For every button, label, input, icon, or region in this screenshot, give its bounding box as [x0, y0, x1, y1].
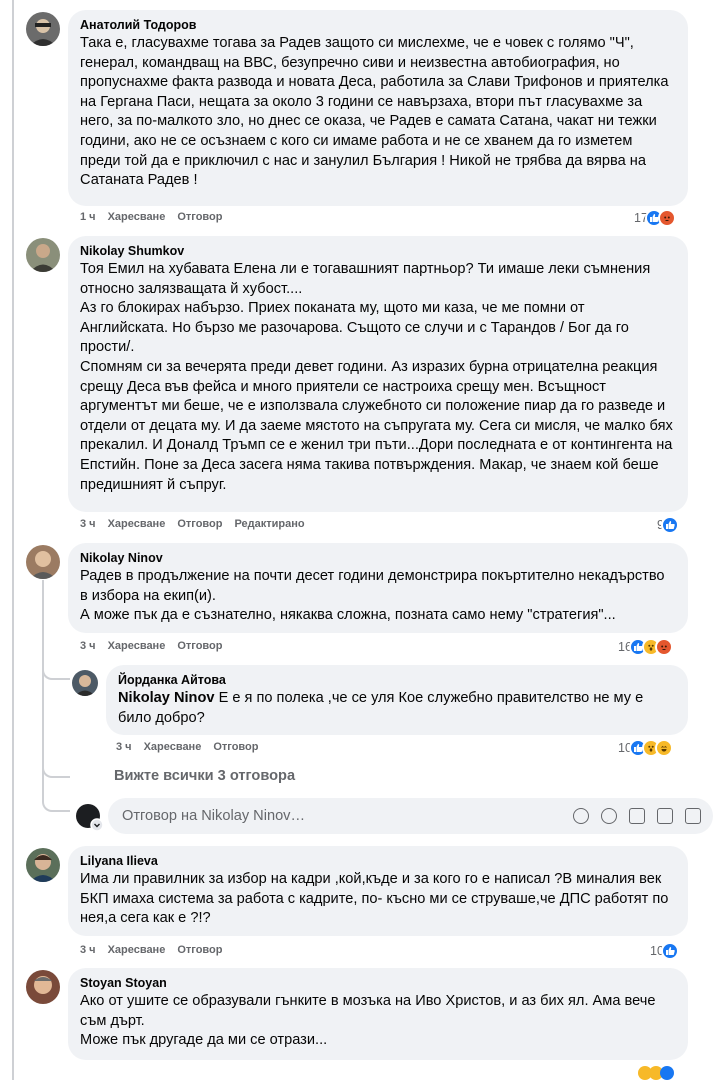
reaction-summary[interactable]: 10: [650, 942, 679, 960]
current-user-avatar[interactable]: [76, 804, 104, 832]
reaction-summary[interactable]: 17: [634, 209, 676, 227]
comment-paragraph: А може пък да е съзнателно, някаква слож…: [80, 607, 616, 624]
reply-actions: 3 ч Харесване Отговор: [116, 741, 258, 753]
comment-bubble: Nikolay Shumkov Тоя Емил на хубавата Еле…: [68, 236, 688, 512]
reply-connector: [42, 662, 70, 680]
avatar[interactable]: [26, 12, 60, 46]
mention-link[interactable]: Nikolay Ninov: [118, 690, 215, 706]
avatar[interactable]: [26, 238, 60, 272]
like-button[interactable]: Харесване: [108, 211, 166, 223]
reply-button[interactable]: Отговор: [213, 741, 258, 753]
comment-time[interactable]: 3 ч: [80, 640, 96, 652]
comment-bubble: Nikolay Ninov Радев в продължение на поч…: [68, 543, 688, 633]
like-reaction-icon: [660, 516, 679, 534]
comment-actions: 1 ч Харесване Отговор: [80, 211, 222, 223]
avatar[interactable]: [26, 545, 60, 579]
reply-bubble: Йорданка Айтова Nikolay Ninov Е е я по п…: [106, 665, 688, 735]
reply-button[interactable]: Отговор: [177, 211, 222, 223]
comment-author[interactable]: Nikolay Ninov: [80, 550, 676, 566]
comment-bubble: Stoyan Stoyan Ако от ушите се образували…: [68, 968, 688, 1060]
reaction-summary-partial: [638, 1066, 678, 1080]
reply-input[interactable]: [120, 807, 573, 825]
view-replies-connector: [42, 760, 70, 778]
gif-icon[interactable]: [657, 808, 673, 824]
reply-button[interactable]: Отговор: [177, 518, 222, 530]
camera-icon[interactable]: [629, 808, 645, 824]
comment-time[interactable]: 3 ч: [80, 944, 96, 956]
reply-text: Nikolay Ninov Е е я по полека ,че се уля…: [118, 689, 676, 728]
reaction-summary[interactable]: 10: [618, 739, 673, 757]
comment-paragraph: Спомням си за вечерята преди девет годин…: [80, 358, 673, 493]
comment-bubble: Lilyana Ilieva Има ли правилник за избор…: [68, 846, 688, 936]
comment-actions: 3 ч Харесване Отговор Редактирано: [80, 518, 305, 530]
reply-box-connector: [42, 794, 70, 812]
view-all-replies-link[interactable]: Вижте всички 3 отговора: [114, 768, 295, 784]
comment-paragraph: Може пък другаде да ми се отрази...: [80, 1032, 328, 1049]
avatar-sticker-icon[interactable]: [573, 808, 589, 824]
angry-reaction-icon: [654, 638, 673, 656]
emoji-icon[interactable]: [601, 808, 617, 824]
like-button[interactable]: Харесване: [108, 640, 166, 652]
reaction-summary[interactable]: 16: [618, 638, 673, 656]
comment-author[interactable]: Stoyan Stoyan: [80, 975, 676, 991]
like-button[interactable]: Харесване: [108, 518, 166, 530]
comment-paragraph: Аз го блокирах набързо. Приех поканата м…: [80, 300, 629, 356]
haha-reaction-icon: [654, 739, 673, 757]
reply-time[interactable]: 3 ч: [116, 741, 132, 753]
avatar[interactable]: [26, 970, 60, 1004]
avatar[interactable]: [72, 670, 98, 696]
reply-button[interactable]: Отговор: [177, 640, 222, 652]
reaction-summary[interactable]: 9: [657, 516, 679, 534]
comment-author[interactable]: Lilyana Ilieva: [80, 853, 676, 869]
reply-author[interactable]: Йорданка Айтова: [118, 672, 676, 688]
reply-button[interactable]: Отговор: [177, 944, 222, 956]
reply-composer: [108, 798, 713, 834]
composer-tools: [573, 808, 701, 824]
comment-time[interactable]: 3 ч: [80, 518, 96, 530]
comment-actions: 3 ч Харесване Отговор: [80, 944, 222, 956]
comment-bubble: Анатолий Тодоров Така е, гласувахме тога…: [68, 10, 688, 206]
comment-text: Така е, гласувахме тогава за Радев защот…: [80, 35, 669, 189]
comment-author[interactable]: Nikolay Shumkov: [80, 243, 676, 259]
sticker-icon[interactable]: [685, 808, 701, 824]
comment-time[interactable]: 1 ч: [80, 211, 96, 223]
comment-paragraph: Ако от ушите се образували гънките в моз…: [80, 993, 656, 1029]
comment-paragraph: Тоя Емил на хубавата Елена ли е тогавашн…: [80, 261, 651, 297]
comment-paragraph: Радев в продължение на почти десет годин…: [80, 568, 665, 604]
angry-reaction-icon: [657, 209, 676, 227]
avatar[interactable]: [26, 848, 60, 882]
comment-author[interactable]: Анатолий Тодоров: [80, 17, 676, 33]
like-button[interactable]: Харесване: [144, 741, 202, 753]
like-button[interactable]: Харесване: [108, 944, 166, 956]
thread-line: [12, 0, 14, 1080]
edited-label[interactable]: Редактирано: [234, 518, 304, 530]
comment-text: Има ли правилник за избор на кадри ,кой,…: [80, 871, 669, 927]
like-reaction-icon: [660, 942, 679, 960]
comment-actions: 3 ч Харесване Отговор: [80, 640, 222, 652]
